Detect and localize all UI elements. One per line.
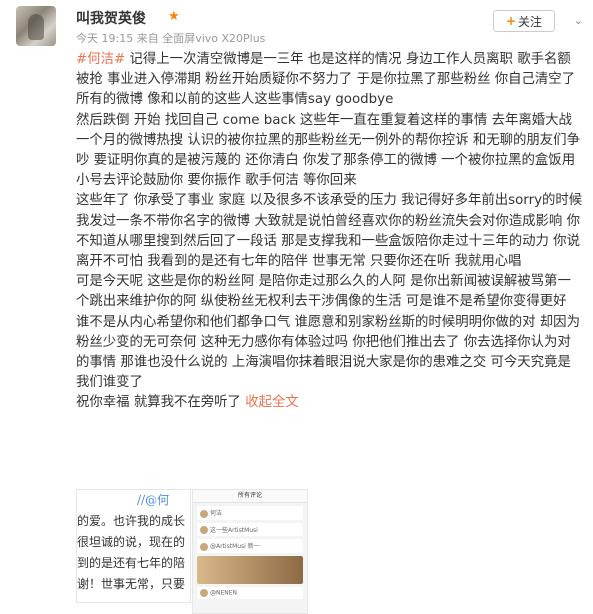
image-thumbnail-2[interactable]: 所有评论 何洁 这一些ArtistMusi @ArtistMusi 新一 @NE… — [192, 489, 308, 614]
avatar — [200, 509, 208, 518]
post-meta: 今天 19:15 来自 全面屏vivo X20Plus — [76, 32, 266, 45]
avatar — [200, 588, 208, 597]
paragraph-4: 可是今天呢 这些是你的粉丝阿 是陪你走过那么久的人阿 是你出新闻被误解被骂第一个… — [76, 274, 580, 391]
post-header: 叫我贺英俊 ★ 今天 19:15 来自 全面屏vivo X20Plus + 关注… — [16, 6, 583, 50]
thumb-title: 所有评论 — [193, 490, 307, 503]
paragraph-3: 这些年了 你承受了事业 家庭 以及很多不该承受的压力 我记得好多年前出sorry… — [76, 193, 583, 270]
follow-label: 关注 — [518, 14, 543, 29]
follow-button[interactable]: + 关注 — [493, 10, 555, 32]
topic-link[interactable]: #何洁# — [76, 52, 125, 67]
thumb-comment-row: @ArtistMusi 新一 — [197, 539, 303, 553]
avatar[interactable] — [16, 6, 56, 46]
thumb-comment-row: 何洁 — [197, 506, 303, 520]
paragraph-5: 祝你幸福 就算我不在旁听了 收起全文 — [76, 395, 299, 411]
collapse-link[interactable]: 收起全文 — [245, 395, 299, 410]
plus-icon: + — [505, 14, 517, 28]
post-body: #何洁# 记得上一次清空微博是一三年 也是这样的情况 身边工作人员离职 歌手名额… — [76, 50, 583, 414]
thumb-inner-image — [197, 555, 303, 584]
vip-star-icon: ★ — [168, 9, 180, 24]
username[interactable]: 叫我贺英俊 — [76, 8, 146, 28]
avatar — [200, 526, 208, 534]
thumb-handle: //@何 — [137, 493, 170, 507]
paragraph-1: #何洁# 记得上一次清空微博是一三年 也是这样的情况 身边工作人员离职 歌手名额… — [76, 52, 576, 108]
thumb-comment-row: @NENEN — [197, 586, 303, 599]
avatar — [200, 542, 208, 551]
image-thumbnails: //@何 的爱。也许我的成长 很坦诚的说，现在的 到的是还有七年的陪 谢！世事无… — [76, 489, 308, 614]
thumb-comment-row: 这一些ArtistMusi — [197, 522, 303, 536]
paragraph-2: 然后跌倒 开始 找回自己 come back 这些年一直在重复着这样的事情 去年… — [76, 112, 580, 189]
chevron-down-icon[interactable]: ⌄ — [574, 14, 583, 27]
image-thumbnail-1[interactable]: //@何 的爱。也许我的成长 很坦诚的说，现在的 到的是还有七年的陪 谢！世事无… — [76, 489, 191, 603]
